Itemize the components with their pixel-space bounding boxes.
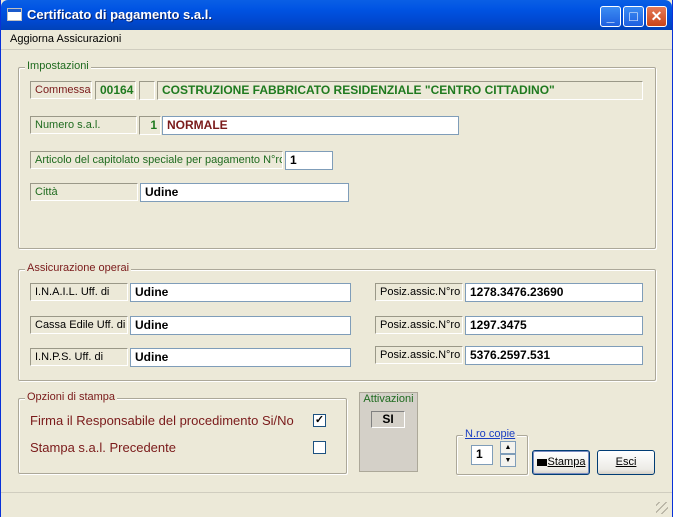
assicurazione-legend: Assicurazione operai bbox=[25, 262, 132, 274]
inps-posiz-label: Posiz.assic.N°ro bbox=[375, 346, 463, 364]
articolo-label: Articolo del capitolato speciale per pag… bbox=[30, 151, 283, 169]
esci-button-label: Esci bbox=[615, 456, 637, 468]
articolo-input[interactable]: 1 bbox=[285, 151, 333, 170]
stampa-precedente-checkbox[interactable] bbox=[313, 441, 326, 454]
attivazioni-label: Attivazioni bbox=[363, 393, 414, 405]
arrow-up-icon: ▲ bbox=[504, 444, 512, 451]
printer-icon bbox=[536, 458, 547, 466]
numero-sal-description[interactable]: NORMALE bbox=[162, 116, 459, 135]
citta-input[interactable]: Udine bbox=[140, 183, 349, 202]
commessa-label: Commessa bbox=[30, 81, 92, 99]
window-icon bbox=[7, 8, 22, 21]
inps-posiz-input[interactable]: 5376.2597.531 bbox=[465, 346, 643, 365]
minimize-icon: _ bbox=[606, 8, 615, 24]
maximize-icon: □ bbox=[629, 8, 638, 24]
window-title: Certificato di pagamento s.a.l. bbox=[27, 7, 212, 22]
copie-input[interactable]: 1 bbox=[471, 445, 493, 465]
esci-button[interactable]: Esci bbox=[597, 450, 655, 475]
firma-label: Firma il Responsabile del procedimento S… bbox=[30, 413, 294, 428]
stampa-precedente-label: Stampa s.a.l. Precedente bbox=[30, 440, 176, 455]
menu-aggiorna-assicurazioni[interactable]: Aggiorna Assicurazioni bbox=[10, 33, 121, 45]
numero-sal-label: Numero s.a.l. bbox=[30, 116, 137, 134]
cassa-edile-posiz-input[interactable]: 1297.3475 bbox=[465, 316, 643, 335]
copie-up-button[interactable]: ▲ bbox=[500, 441, 516, 454]
commessa-spacer bbox=[139, 81, 155, 100]
close-icon: ✕ bbox=[650, 8, 663, 24]
attivazioni-panel: Attivazioni SI bbox=[359, 392, 418, 472]
cassa-edile-label: Cassa Edile Uff. di bbox=[30, 316, 128, 334]
close-button[interactable]: ✕ bbox=[646, 6, 667, 27]
stampa-button-label: Stampa bbox=[547, 456, 586, 468]
cassa-edile-uff-input[interactable]: Udine bbox=[130, 316, 351, 335]
commessa-code: 00164 bbox=[95, 81, 136, 100]
minimize-button[interactable]: _ bbox=[600, 6, 621, 27]
attivazioni-value: SI bbox=[371, 411, 405, 428]
citta-label: Città bbox=[30, 183, 138, 201]
arrow-down-icon: ▼ bbox=[504, 457, 512, 464]
copie-legend: N.ro copie bbox=[463, 428, 518, 440]
cassa-edile-posiz-label: Posiz.assic.N°ro bbox=[375, 316, 463, 334]
inail-label: I.N.A.I.L. Uff. di bbox=[30, 283, 128, 301]
firma-checkbox[interactable]: ✓ bbox=[313, 414, 326, 427]
maximize-button[interactable]: □ bbox=[623, 6, 644, 27]
title-bar[interactable]: Certificato di pagamento s.a.l. _ □ ✕ bbox=[1, 0, 672, 30]
stampa-button[interactable]: Stampa bbox=[532, 450, 590, 475]
impostazioni-legend: Impostazioni bbox=[25, 60, 91, 72]
dialog-window: Certificato di pagamento s.a.l. _ □ ✕ Ag… bbox=[0, 0, 673, 517]
opzioni-stampa-legend: Opzioni di stampa bbox=[25, 391, 118, 403]
opzioni-stampa-group: Opzioni di stampa bbox=[18, 391, 347, 474]
inail-posiz-input[interactable]: 1278.3476.23690 bbox=[465, 283, 643, 302]
inail-posiz-label: Posiz.assic.N°ro bbox=[375, 283, 463, 301]
copie-down-button[interactable]: ▼ bbox=[500, 454, 516, 467]
menu-bar: Aggiorna Assicurazioni bbox=[1, 30, 672, 50]
inps-label: I.N.P.S. Uff. di bbox=[30, 348, 128, 366]
inps-uff-input[interactable]: Udine bbox=[130, 348, 351, 367]
status-bar bbox=[1, 492, 672, 517]
numero-sal-value: 1 bbox=[139, 116, 161, 135]
commessa-description: COSTRUZIONE FABBRICATO RESIDENZIALE "CEN… bbox=[157, 81, 643, 100]
resize-grip-icon[interactable] bbox=[656, 502, 668, 514]
inail-uff-input[interactable]: Udine bbox=[130, 283, 351, 302]
